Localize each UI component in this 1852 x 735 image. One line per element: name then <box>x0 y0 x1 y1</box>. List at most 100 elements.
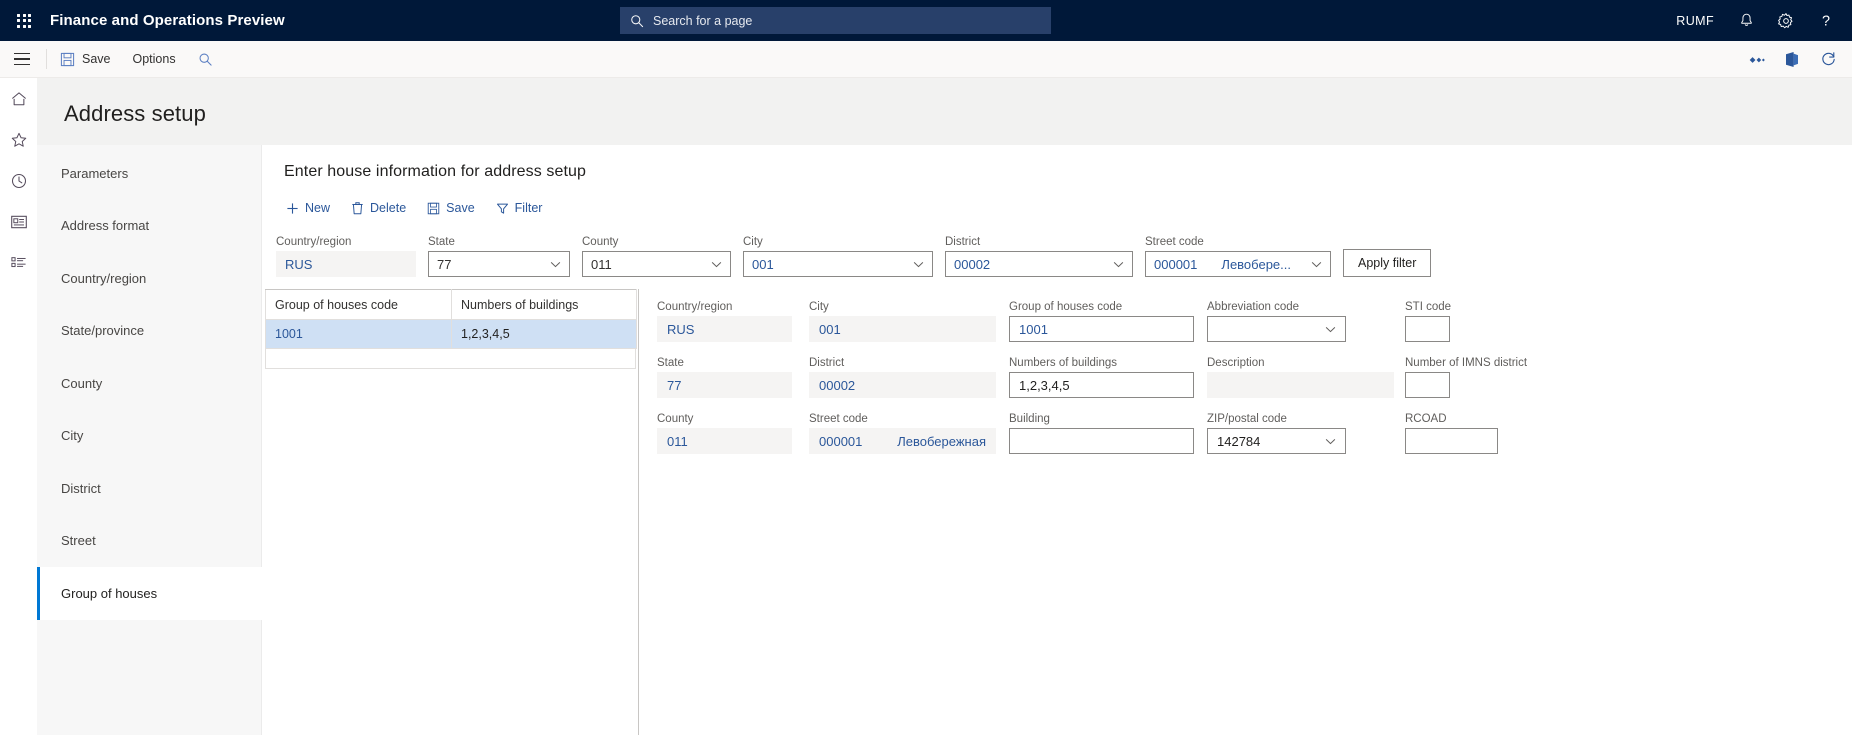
filter-street-code-label: Street code <box>1145 236 1204 248</box>
waffle-grid-glyph <box>17 13 31 28</box>
detail-rcoad-field: RCOAD <box>1405 413 1565 454</box>
detail-sti-code-input[interactable] <box>1405 316 1450 342</box>
detail-city-value: 001 <box>819 321 841 337</box>
workspaces-icon[interactable] <box>4 209 34 235</box>
detail-state-value-box[interactable]: 77 <box>657 372 792 398</box>
office-apps-icon[interactable] <box>1776 44 1808 76</box>
refresh-icon[interactable] <box>1812 44 1844 76</box>
grid-cell-buildings[interactable]: 1,2,3,4,5 <box>451 319 637 349</box>
filter-button[interactable]: Filter <box>486 193 553 223</box>
grid-cell-code[interactable]: 1001 <box>265 319 452 349</box>
command-separator <box>46 49 47 69</box>
form-heading: Enter house information for address setu… <box>284 163 587 180</box>
filter-state-dropdown[interactable]: 77 <box>428 251 570 277</box>
detail-city-label: City <box>809 301 829 313</box>
save-button[interactable]: Save <box>49 41 122 77</box>
detail-abbreviation-code-label: Abbreviation code <box>1207 301 1300 313</box>
options-button[interactable]: Options <box>122 41 187 77</box>
attachments-icon[interactable] <box>1740 44 1772 76</box>
detail-county-value: 011 <box>667 433 688 449</box>
detail-zip-postal-code-dropdown[interactable]: 142784 <box>1207 428 1346 454</box>
content-row: Parameters Address format Country/region… <box>37 145 1852 735</box>
grid-column-header-code[interactable]: Group of houses code <box>265 289 452 320</box>
group-of-houses-grid: Group of houses code Numbers of building… <box>265 289 637 349</box>
favorites-star-icon[interactable] <box>4 127 34 153</box>
page-title: Address setup <box>64 101 206 126</box>
detail-city-field: City 001 <box>809 301 1009 342</box>
search-icon <box>198 52 213 67</box>
new-button[interactable]: New <box>276 193 340 223</box>
area-menu-item-country-region[interactable]: Country/region <box>37 252 261 305</box>
filter-country-region-field: Country/region RUS <box>276 236 416 277</box>
detail-group-of-houses-code-input[interactable]: 1001 <box>1009 316 1194 342</box>
filter-state-label: State <box>428 236 455 248</box>
area-menu-item-city[interactable]: City <box>37 410 261 463</box>
detail-county-label: County <box>657 413 694 425</box>
grid-empty-row <box>265 349 636 369</box>
chevron-down-icon <box>907 261 924 268</box>
detail-group-of-houses-code-value: 1001 <box>1019 321 1048 337</box>
notifications-icon[interactable] <box>1726 0 1766 41</box>
app-title: Finance and Operations Preview <box>50 12 285 29</box>
detail-numbers-of-buildings-input[interactable]: 1,2,3,4,5 <box>1009 372 1194 398</box>
recent-clock-icon[interactable] <box>4 168 34 194</box>
area-menu-item-group-of-houses[interactable]: Group of houses <box>37 567 263 620</box>
new-button-label: New <box>305 201 331 215</box>
navigation-menu-icon[interactable] <box>3 41 40 78</box>
area-menu-item-parameters[interactable]: Parameters <box>37 147 261 200</box>
detail-numbers-of-buildings-field: Numbers of buildings 1,2,3,4,5 <box>1009 357 1207 398</box>
detail-column-2: City 001 District 00002 Street code 0000… <box>809 301 1009 469</box>
detail-street-code-value: 000001 <box>819 433 863 449</box>
company-selector[interactable]: RUMF <box>1664 14 1726 28</box>
detail-numbers-of-buildings-label: Numbers of buildings <box>1009 357 1118 369</box>
filter-street-code-dropdown[interactable]: 000001 Левобере... <box>1145 251 1331 277</box>
modules-list-icon[interactable] <box>4 250 34 276</box>
detail-county-value-box[interactable]: 011 <box>657 428 792 454</box>
detail-building-label: Building <box>1009 413 1050 425</box>
form-save-button-label: Save <box>446 201 475 215</box>
detail-district-value-box[interactable]: 00002 <box>809 372 996 398</box>
detail-column-5: STI code Number of IMNS district RCOAD <box>1405 301 1565 469</box>
detail-country-region-value-box[interactable]: RUS <box>657 316 792 342</box>
filter-street-code-field: Street code 000001 Левобере... <box>1145 236 1331 277</box>
area-menu-item-street[interactable]: Street <box>37 515 261 568</box>
filter-city-dropdown[interactable]: 001 <box>743 251 933 277</box>
grid-column-header-buildings[interactable]: Numbers of buildings <box>451 289 637 320</box>
filter-county-field: County 011 <box>582 236 731 277</box>
help-question-icon[interactable]: ? <box>1806 0 1846 41</box>
detail-imns-district-input[interactable] <box>1405 372 1450 398</box>
detail-abbreviation-code-dropdown[interactable] <box>1207 316 1346 342</box>
search-input[interactable] <box>653 13 1041 28</box>
area-menu-item-address-format[interactable]: Address format <box>37 200 261 253</box>
detail-building-input[interactable] <box>1009 428 1194 454</box>
filter-city-field: City 001 <box>743 236 933 277</box>
filter-district-value: 00002 <box>954 256 991 272</box>
app-launcher-icon[interactable] <box>0 0 48 41</box>
detail-zip-postal-code-field: ZIP/postal code 142784 <box>1207 413 1405 454</box>
settings-gear-icon[interactable] <box>1766 0 1806 41</box>
detail-street-code-value-box[interactable]: 000001 Левобережная <box>809 428 996 454</box>
area-menu-item-district[interactable]: District <box>37 462 261 515</box>
filter-country-region-input[interactable]: RUS <box>276 251 416 277</box>
detail-rcoad-input[interactable] <box>1405 428 1498 454</box>
filter-county-dropdown[interactable]: 011 <box>582 251 731 277</box>
detail-city-value-box[interactable]: 001 <box>809 316 996 342</box>
detail-description-value-box[interactable] <box>1207 372 1394 398</box>
home-icon[interactable] <box>4 86 34 112</box>
detail-state-label: State <box>657 357 684 369</box>
page-body: Address setup Parameters Address format … <box>0 78 1852 735</box>
area-menu-item-county[interactable]: County <box>37 357 261 410</box>
detail-column-1: Country/region RUS State 77 County 011 <box>657 301 809 469</box>
filter-button-label: Filter <box>514 201 543 215</box>
filter-district-dropdown[interactable]: 00002 <box>945 251 1133 277</box>
global-search-box[interactable] <box>620 7 1051 34</box>
filter-street-code-value: 000001 <box>1154 256 1198 272</box>
apply-filter-button[interactable]: Apply filter <box>1343 249 1432 277</box>
command-search-button[interactable] <box>187 41 231 77</box>
detail-building-field: Building <box>1009 413 1207 454</box>
delete-button[interactable]: Delete <box>341 193 416 223</box>
form-save-button[interactable]: Save <box>417 193 485 223</box>
page-content: Address setup Parameters Address format … <box>37 78 1852 735</box>
area-menu-item-state-province[interactable]: State/province <box>37 305 261 358</box>
table-row[interactable]: 1001 1,2,3,4,5 <box>265 319 637 349</box>
